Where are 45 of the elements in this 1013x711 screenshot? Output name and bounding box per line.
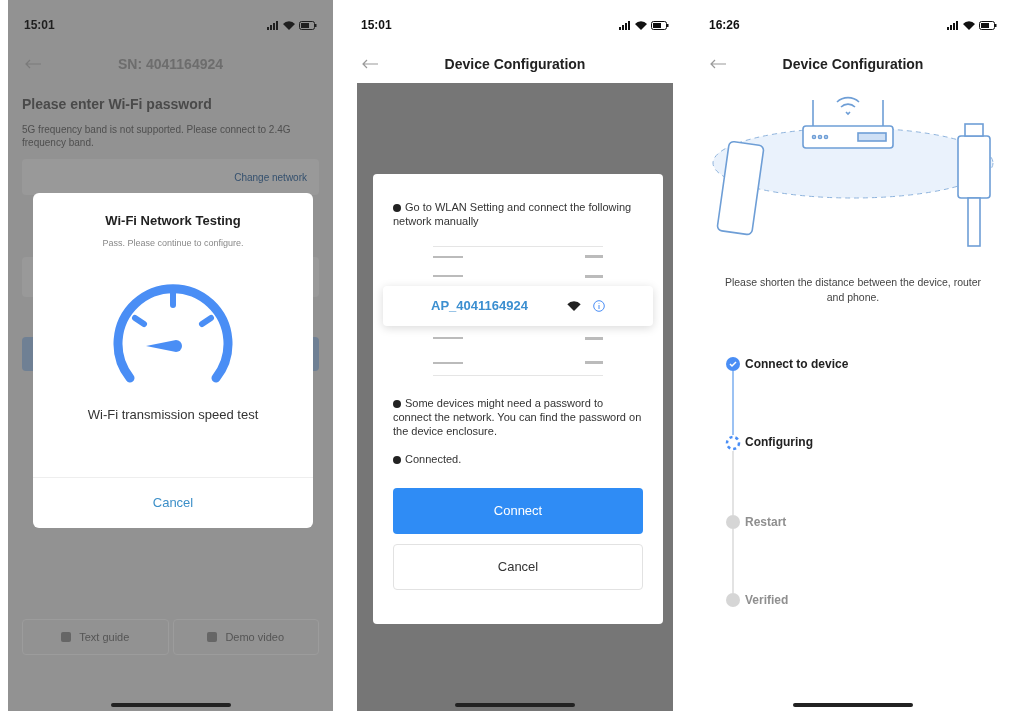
battery-icon [979,20,997,30]
signal-icon [619,20,631,30]
cancel-button[interactable]: Cancel [393,544,643,590]
status-time: 15:01 [361,17,392,34]
document-icon [61,632,72,642]
bullet-icon [393,204,401,213]
screen-title: Device Configuration [444,54,586,74]
wifi-icon [635,20,647,30]
connect-button[interactable]: Connect [393,488,643,534]
signal-icon [947,20,959,30]
instruction-text: Some devices might need a password to connect the network. You can find the password on the device enclosure. [393,396,643,438]
guide-button[interactable]: Demo video [172,619,319,655]
battery-icon [299,20,317,30]
status-time: 16:26 [709,17,740,34]
step-label: Verified [745,593,789,608]
network-field[interactable]: Change network [22,159,319,195]
distance-hint: Please shorten the distance between the device, router and phone. [723,275,983,305]
status-time: 15:01 [24,17,55,34]
info-icon[interactable] [593,300,605,312]
frequency-note: 5G frequency band is not supported. Please connect to 2.4G frequency band. [22,123,292,149]
guide-button[interactable]: Text guide [22,619,169,655]
step-label: Configuring [745,435,813,451]
signal-icon [267,20,279,30]
step-label: Connect to device [745,357,849,373]
bullet-icon [393,456,401,465]
screen-title: Device Configuration [782,54,924,74]
back-arrow-icon[interactable] [361,59,379,69]
change-network-link[interactable]: Change network [234,169,307,185]
dialog-title: Wi-Fi Network Testing [105,212,241,230]
wifi-icon [283,20,295,30]
wifi-icon [567,301,581,311]
step-label: Restart [745,515,787,531]
cancel-button[interactable]: Cancel [140,489,206,517]
network-card[interactable]: AP_4041164924 [383,286,653,326]
instruction-text: Connected. [393,452,643,466]
instruction-text: Go to WLAN Setting and connect the following network manually [393,200,633,228]
bullet-icon [393,400,401,409]
battery-icon [651,20,669,30]
dialog-subtitle: Pass. Please continue to configure. [102,236,244,250]
network-name: AP_4041164924 [431,297,529,316]
document-icon [207,632,218,642]
section-heading: Please enter Wi-Fi password [22,95,213,114]
back-arrow-icon[interactable] [709,59,727,69]
wifi-icon [963,20,975,30]
speed-test-caption: Wi-Fi transmission speed test [87,406,259,424]
